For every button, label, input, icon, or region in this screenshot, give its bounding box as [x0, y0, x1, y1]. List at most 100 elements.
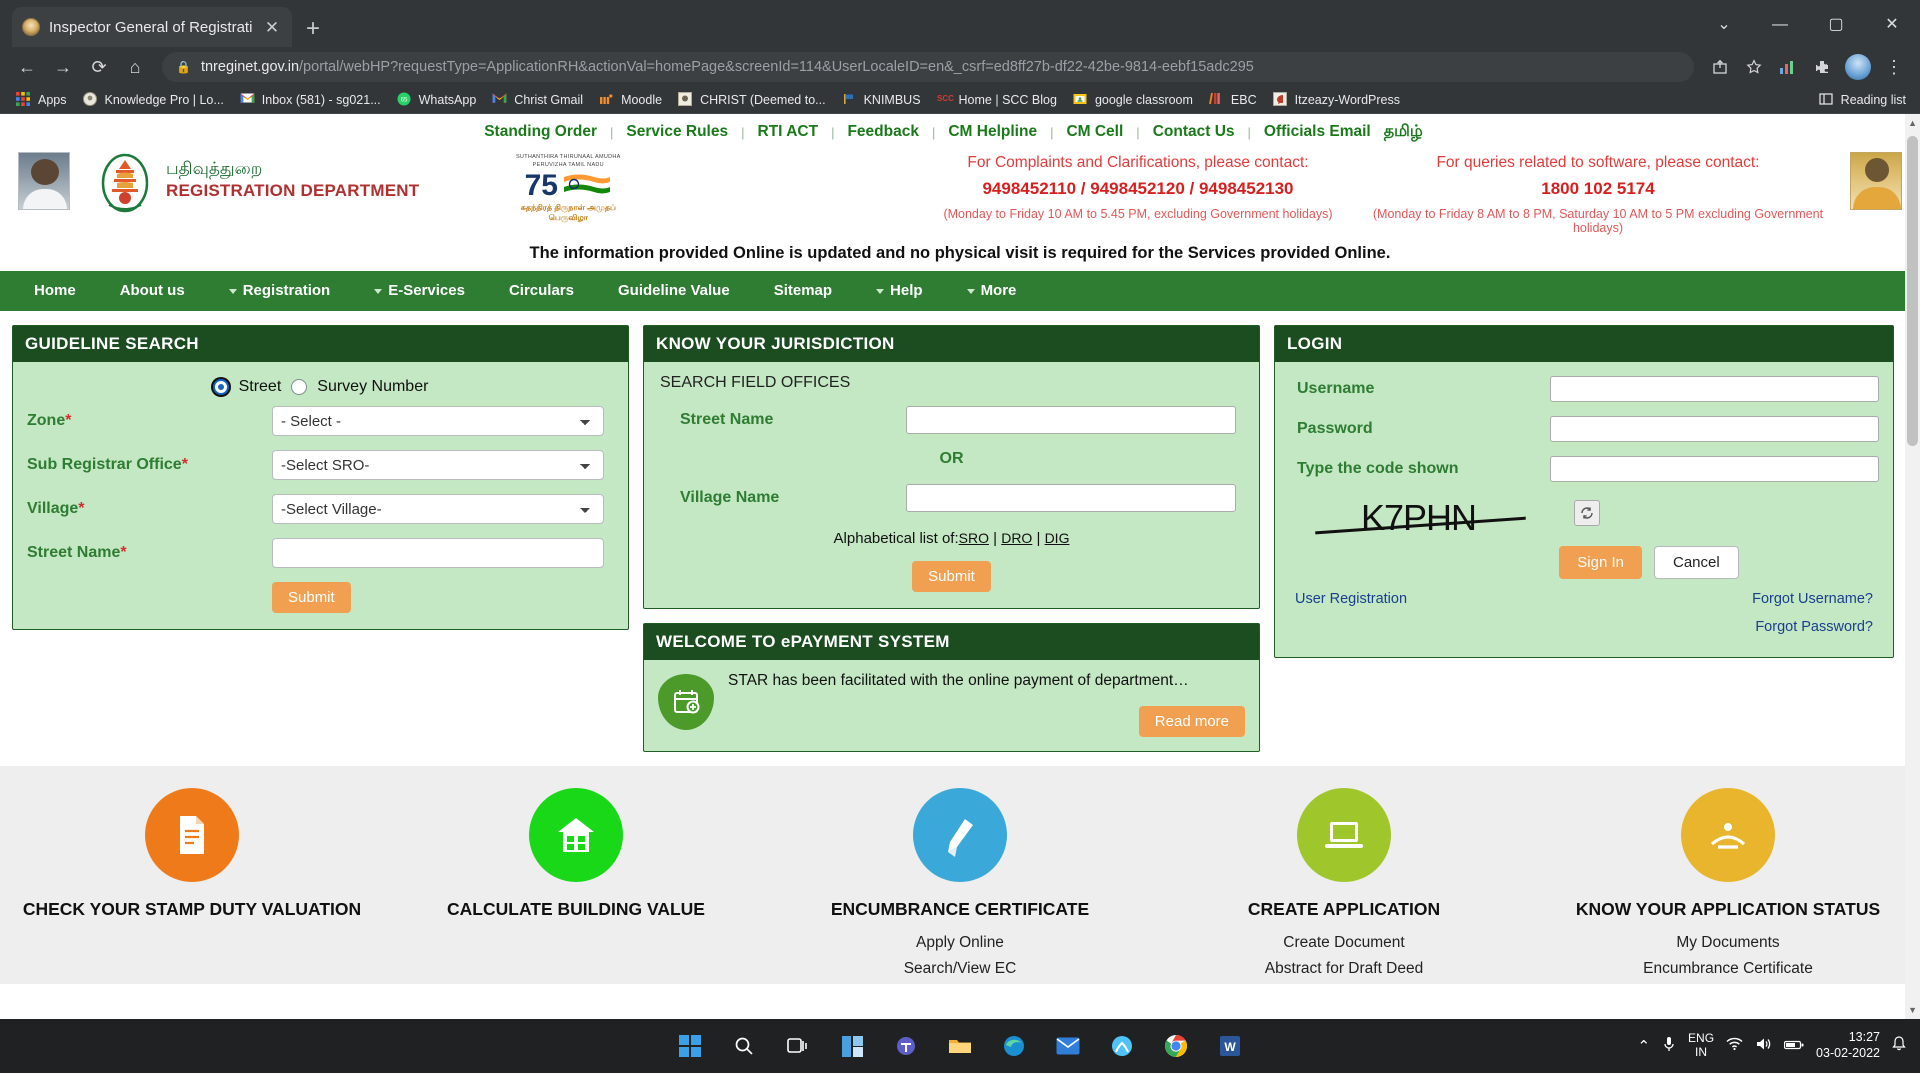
forward-icon[interactable]: → [46, 50, 80, 84]
top-link-officials-email[interactable]: Officials Email [1251, 123, 1384, 141]
nav-item-more[interactable]: More [945, 271, 1039, 311]
service-stamp-duty[interactable]: CHECK YOUR STAMP DUTY VALUATION [22, 788, 362, 922]
chevron-up-icon[interactable]: ⌃ [1637, 1037, 1650, 1055]
close-window-icon[interactable]: ✕ [1864, 7, 1920, 43]
jurisdiction-submit-button[interactable]: Submit [912, 561, 991, 592]
bookmark-whatsapp[interactable]: 65 WhatsApp [389, 88, 485, 112]
captcha-input[interactable] [1550, 456, 1879, 482]
bookmark-inbox[interactable]: Inbox (581) - sg021... [232, 88, 389, 112]
alpha-link-dig[interactable]: DIG [1045, 530, 1070, 546]
service-sub-1[interactable]: Abstract for Draft Deed [1174, 958, 1514, 980]
service-sub-1[interactable]: Encumbrance Certificate [1558, 958, 1898, 980]
scrollbar-thumb[interactable] [1907, 136, 1918, 446]
new-tab-button[interactable]: + [306, 17, 320, 41]
wifi-icon[interactable] [1726, 1037, 1743, 1055]
bookmark-google-classroom[interactable]: google classroom [1065, 88, 1201, 112]
top-link-cm-cell[interactable]: CM Cell [1053, 123, 1136, 141]
scroll-down-icon[interactable]: ▼ [1908, 1005, 1917, 1015]
browser-tab[interactable]: Inspector General of Registration ✕ [12, 7, 292, 47]
nav-item-guideline-value[interactable]: Guideline Value [596, 271, 752, 311]
service-sub-1[interactable]: Search/View EC [790, 958, 1130, 980]
nav-item-registration[interactable]: Registration [207, 271, 353, 311]
bookmark-moodle[interactable]: Moodle [591, 88, 670, 112]
captcha-refresh-button[interactable] [1574, 500, 1600, 526]
password-input[interactable] [1550, 416, 1879, 442]
share-icon[interactable] [1704, 51, 1736, 83]
bookmark-apps[interactable]: Apps [8, 88, 75, 112]
zone-select[interactable]: - Select - [272, 406, 604, 436]
nav-item-e-services[interactable]: E-Services [352, 271, 487, 311]
bookmark-knimbus[interactable]: KNIMBUS [834, 88, 929, 112]
top-link-service-rules[interactable]: Service Rules [613, 123, 741, 141]
bookmark-christ[interactable]: CHRIST (Deemed to... [670, 88, 834, 112]
edge-icon[interactable] [994, 1026, 1034, 1066]
sign-in-button[interactable]: Sign In [1559, 546, 1642, 579]
epayment-read-more-button[interactable]: Read more [1139, 706, 1245, 737]
top-link-contact-us[interactable]: Contact Us [1140, 123, 1248, 141]
service-sub-0[interactable]: Create Document [1174, 932, 1514, 954]
analytics-icon[interactable] [1772, 51, 1804, 83]
sro-select[interactable]: -Select SRO- [272, 450, 604, 480]
radio-street[interactable] [213, 379, 229, 395]
service-application-status[interactable]: KNOW YOUR APPLICATION STATUS My Document… [1558, 788, 1898, 981]
bookmark-ebc[interactable]: EBC [1201, 88, 1265, 112]
notification-icon[interactable] [1892, 1036, 1906, 1056]
maximize-icon[interactable]: ▢ [1808, 7, 1864, 43]
service-building-value[interactable]: CALCULATE BUILDING VALUE [406, 788, 746, 922]
bookmark-christ-gmail[interactable]: Christ Gmail [484, 88, 591, 112]
reading-list-button[interactable]: Reading list [1811, 88, 1912, 112]
bookmark-scc-blog[interactable]: SCC Home | SCC Blog [929, 88, 1065, 112]
top-link-feedback[interactable]: Feedback [834, 123, 932, 141]
start-windows-icon[interactable] [670, 1026, 710, 1066]
address-bar[interactable]: 🔒 tnreginet.gov.in/portal/webHP?requestT… [162, 52, 1694, 82]
nav-item-circulars[interactable]: Circulars [487, 271, 596, 311]
extensions-icon[interactable] [1806, 51, 1838, 83]
bookmark-itzeazy[interactable]: Itzeazy-WordPress [1265, 88, 1408, 112]
radio-survey-number-label[interactable]: Survey Number [317, 378, 428, 396]
forgot-password-link[interactable]: Forgot Password? [1752, 619, 1873, 635]
task-view-icon[interactable] [778, 1026, 818, 1066]
file-explorer-icon[interactable] [940, 1026, 980, 1066]
jurisdiction-village-input[interactable] [906, 484, 1236, 512]
service-create-application[interactable]: CREATE APPLICATION Create Document Abstr… [1174, 788, 1514, 981]
nav-item-sitemap[interactable]: Sitemap [752, 271, 854, 311]
service-encumbrance-certificate[interactable]: ENCUMBRANCE CERTIFICATE Apply Online Sea… [790, 788, 1130, 981]
username-input[interactable] [1550, 376, 1879, 402]
alpha-link-sro[interactable]: SRO [959, 530, 989, 546]
nav-item-home[interactable]: Home [12, 271, 98, 311]
village-select[interactable]: -Select Village- [272, 494, 604, 524]
back-icon[interactable]: ← [10, 50, 44, 84]
star-icon[interactable] [1738, 51, 1770, 83]
volume-icon[interactable] [1755, 1037, 1772, 1055]
word-icon[interactable]: W [1210, 1026, 1250, 1066]
top-link-rti-act[interactable]: RTI ACT [745, 123, 832, 141]
search-icon[interactable] [724, 1026, 764, 1066]
forgot-username-link[interactable]: Forgot Username? [1752, 591, 1873, 607]
clock[interactable]: 13:27 03-02-2022 [1816, 1030, 1880, 1061]
battery-icon[interactable] [1784, 1038, 1804, 1055]
profile-avatar[interactable] [1845, 54, 1871, 80]
menu-icon[interactable]: ⋮ [1878, 51, 1910, 83]
reload-icon[interactable]: ⟳ [82, 50, 116, 84]
service-sub-0[interactable]: Apply Online [790, 932, 1130, 954]
page-scrollbar[interactable]: ▲ ▼ [1905, 114, 1920, 1019]
guideline-submit-button[interactable]: Submit [272, 582, 351, 613]
nav-item-about-us[interactable]: About us [98, 271, 207, 311]
scroll-up-icon[interactable]: ▲ [1908, 118, 1917, 128]
radio-street-label[interactable]: Street [239, 378, 282, 396]
mail-icon[interactable] [1048, 1026, 1088, 1066]
widgets-icon[interactable] [832, 1026, 872, 1066]
alpha-link-dro[interactable]: DRO [1001, 530, 1032, 546]
nav-item-help[interactable]: Help [854, 271, 945, 311]
close-tab-icon[interactable]: ✕ [262, 19, 282, 36]
bookmark-knowledge-pro[interactable]: Knowledge Pro | Lo... [75, 88, 232, 112]
service-sub-0[interactable]: My Documents [1558, 932, 1898, 954]
chrome-icon[interactable] [1156, 1026, 1196, 1066]
home-icon[interactable]: ⌂ [118, 50, 152, 84]
top-link-standing-order[interactable]: Standing Order [471, 123, 610, 141]
xbox-icon[interactable] [1102, 1026, 1142, 1066]
minimize-group-icon[interactable]: ⌄ [1696, 7, 1752, 43]
cancel-button[interactable]: Cancel [1654, 546, 1739, 579]
user-registration-link[interactable]: User Registration [1295, 591, 1407, 647]
minimize-icon[interactable]: — [1752, 7, 1808, 43]
